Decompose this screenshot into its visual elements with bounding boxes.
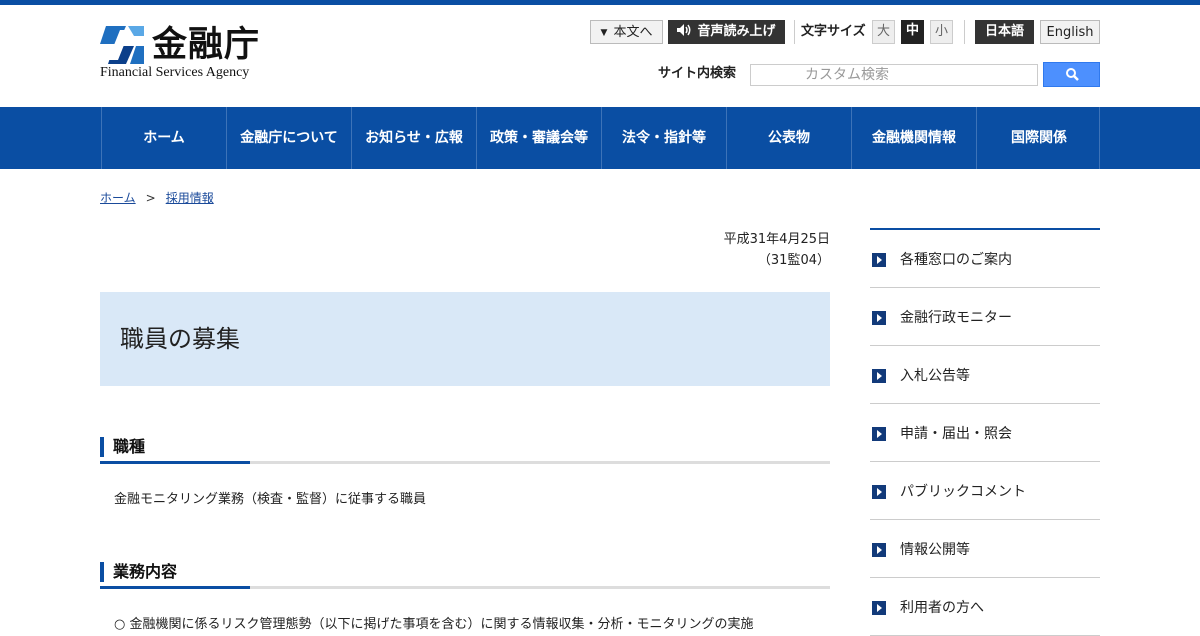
header-divider (964, 20, 965, 44)
sidebar-item-label: 各種窓口のご案内 (900, 252, 1012, 268)
sidebar-item-label: パブリックコメント (900, 484, 1026, 500)
breadcrumb-separator: > (145, 191, 156, 205)
section-body-text: 金融モニタリング業務（検査・監督）に従事する職員 (114, 492, 427, 507)
heading-accent-bar (100, 437, 104, 457)
section-heading-text: 職種 (113, 437, 146, 456)
site-search-label: サイト内検索 (658, 66, 737, 81)
page-title-box: 職員の募集 (100, 292, 830, 386)
logo-name-en: Financial Services Agency (100, 65, 250, 80)
speaker-icon (677, 24, 691, 36)
logo-name-ja: 金融庁 (152, 25, 261, 65)
arrow-right-icon (872, 543, 886, 557)
heading-accent-bar (100, 562, 104, 582)
breadcrumb: ホーム > 採用情報 (100, 188, 214, 208)
sidebar-item-contact[interactable]: 各種窓口のご案内 (870, 230, 1100, 288)
header-divider (794, 20, 795, 44)
heading-underline-accent (100, 461, 250, 464)
sidebar-item-disclosure[interactable]: 情報公開等 (870, 520, 1100, 578)
publish-date-block: 平成31年4月25日 （31監04） (724, 229, 830, 271)
voice-reader-button[interactable]: 音声読み上げ (668, 20, 785, 44)
skip-to-content-button[interactable]: ▼ 本文へ (590, 20, 663, 44)
arrow-right-icon (872, 601, 886, 615)
arrow-right-icon (872, 311, 886, 325)
search-icon (1066, 68, 1079, 81)
language-english-button[interactable]: English (1040, 20, 1100, 44)
section-heading: 業務内容 (100, 562, 830, 592)
section-body-text: ○ 金融機関に係るリスク管理態勢（以下に掲げた事項を含む）に関する情報収集・分析… (114, 617, 754, 632)
font-size-large-button[interactable]: 大 (872, 20, 895, 44)
breadcrumb-current-link[interactable]: 採用情報 (166, 191, 214, 205)
site-search-input[interactable] (750, 64, 1038, 86)
top-accent-bar (0, 0, 1200, 5)
global-nav: ホーム 金融庁について お知らせ・広報 政策・審議会等 法令・指針等 公表物 金… (0, 107, 1200, 169)
font-size-label: 文字サイズ (801, 24, 866, 39)
sidebar-item-users[interactable]: 利用者の方へ (870, 578, 1100, 636)
font-size-small-button[interactable]: 小 (930, 20, 953, 44)
voice-reader-label: 音声読み上げ (697, 24, 776, 39)
arrow-right-icon (872, 485, 886, 499)
breadcrumb-home-link[interactable]: ホーム (100, 191, 136, 205)
font-size-medium-button[interactable]: 中 (901, 20, 924, 44)
nav-item-institutions[interactable]: 金融機関情報 (851, 107, 976, 169)
section-heading-text: 業務内容 (113, 562, 178, 581)
sidebar: 各種窓口のご案内 金融行政モニター 入札公告等 申請・届出・照会 パブリックコメ… (870, 228, 1100, 636)
sidebar-item-label: 申請・届出・照会 (900, 426, 1012, 442)
sidebar-item-label: 入札公告等 (900, 368, 970, 384)
sidebar-item-label: 金融行政モニター (900, 310, 1012, 326)
fsa-logo-mark-icon (100, 26, 144, 64)
sidebar-item-applications[interactable]: 申請・届出・照会 (870, 404, 1100, 462)
sidebar-item-label: 利用者の方へ (900, 600, 984, 616)
triangle-down-icon: ▼ (600, 28, 608, 38)
skip-to-content-label: 本文へ (613, 25, 653, 40)
sidebar-item-monitor[interactable]: 金融行政モニター (870, 288, 1100, 346)
nav-item-international[interactable]: 国際関係 (976, 107, 1101, 169)
language-japanese-button[interactable]: 日本語 (975, 20, 1034, 44)
section-heading: 職種 (100, 437, 830, 467)
arrow-right-icon (872, 253, 886, 267)
heading-underline-accent (100, 586, 250, 589)
sidebar-item-public-comment[interactable]: パブリックコメント (870, 462, 1100, 520)
nav-item-policy[interactable]: 政策・審議会等 (476, 107, 601, 169)
search-button[interactable] (1043, 62, 1100, 87)
nav-divider (1099, 107, 1100, 169)
document-number: （31監04） (757, 253, 830, 268)
sidebar-item-label: 情報公開等 (900, 542, 970, 558)
publish-date: 平成31年4月25日 (723, 232, 830, 247)
nav-item-news[interactable]: お知らせ・広報 (351, 107, 476, 169)
page-title: 職員の募集 (120, 325, 240, 353)
arrow-right-icon (872, 427, 886, 441)
nav-item-laws[interactable]: 法令・指針等 (601, 107, 726, 169)
sidebar-item-bidding[interactable]: 入札公告等 (870, 346, 1100, 404)
nav-item-publications[interactable]: 公表物 (726, 107, 851, 169)
nav-item-about[interactable]: 金融庁について (226, 107, 351, 169)
arrow-right-icon (872, 369, 886, 383)
site-logo[interactable]: 金融庁 Financial Services Agency (100, 24, 270, 82)
nav-item-home[interactable]: ホーム (101, 107, 226, 169)
